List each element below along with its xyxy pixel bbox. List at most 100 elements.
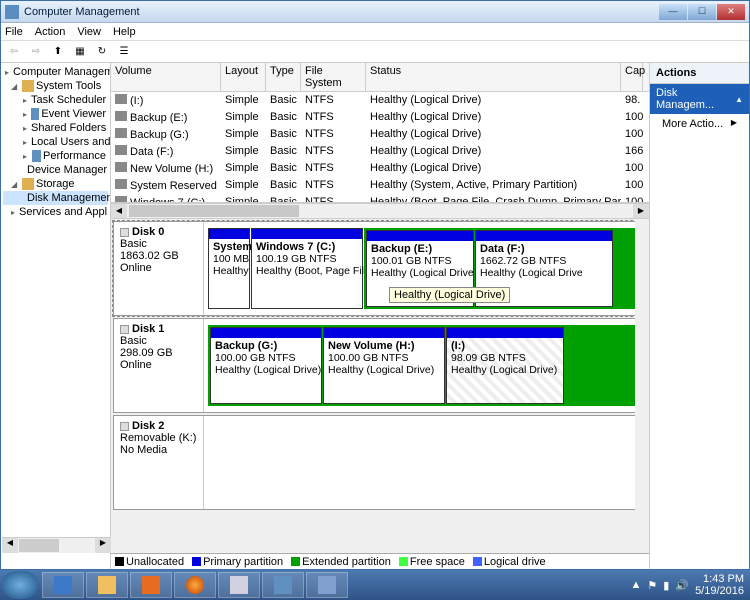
menu-action[interactable]: Action <box>35 26 66 38</box>
col-type[interactable]: Type <box>266 63 301 91</box>
taskbar[interactable]: ▲ ⚑ ▮ 🔊 1:43 PM 5/19/2016 <box>0 570 750 600</box>
disk-layout[interactable]: Disk 0 Basic1863.02 GBOnline System100 M… <box>111 219 649 553</box>
scroll-thumb[interactable] <box>129 205 299 217</box>
scroll-left-icon[interactable]: ◀ <box>2 538 18 553</box>
tree-disk-management[interactable]: Disk Management <box>3 191 108 205</box>
tray-up-icon[interactable]: ▲ <box>631 579 642 591</box>
media-icon <box>142 576 160 594</box>
scroll-right-icon[interactable]: ▶ <box>95 538 111 553</box>
tree-system-tools[interactable]: ◢System Tools <box>3 79 108 93</box>
partition-stripe <box>211 328 321 338</box>
col-status[interactable]: Status <box>366 63 621 91</box>
extended-partition[interactable]: Backup (G:)100.00 GB NTFSHealthy (Logica… <box>208 325 642 406</box>
drive-icon <box>115 94 127 104</box>
task-app3[interactable] <box>306 572 348 598</box>
col-capacity[interactable]: Cap <box>621 63 643 91</box>
tree-root[interactable]: ▸Computer Managem <box>3 65 108 79</box>
navigation-tree[interactable]: ▸Computer Managem ◢System Tools ▸Task Sc… <box>1 63 111 569</box>
storage-icon <box>22 178 34 190</box>
partitions <box>204 416 646 509</box>
network-icon[interactable]: ▮ <box>663 579 669 592</box>
drive-icon <box>115 128 127 138</box>
tree-event-viewer[interactable]: ▸Event Viewer <box>3 107 108 121</box>
maximize-button[interactable]: ☐ <box>688 4 716 20</box>
forward-button[interactable]: ⇨ <box>27 43 45 61</box>
task-ie[interactable] <box>42 572 84 598</box>
volume-header[interactable]: Volume Layout Type File System Status Ca… <box>111 63 649 92</box>
list-icon[interactable]: ☰ <box>115 43 133 61</box>
collapse-icon[interactable]: ▲ <box>735 95 743 104</box>
tree-hscroll[interactable]: ◀ ▶ <box>2 537 111 553</box>
drive-icon <box>115 111 127 121</box>
perf-icon <box>32 150 41 162</box>
disk-info: Disk 0 Basic1863.02 GBOnline <box>114 222 204 315</box>
minimize-button[interactable]: — <box>659 4 687 20</box>
menubar: File Action View Help <box>1 23 749 41</box>
partition-stripe <box>324 328 444 338</box>
task-firefox[interactable] <box>174 572 216 598</box>
col-filesystem[interactable]: File System <box>301 63 366 91</box>
tree-device-manager[interactable]: Device Manager <box>3 163 108 177</box>
close-button[interactable]: ✕ <box>717 4 745 20</box>
legend-item: Free space <box>399 556 465 568</box>
menu-view[interactable]: View <box>77 26 101 38</box>
volume-row[interactable]: Backup (G:)SimpleBasicNTFSHealthy (Logic… <box>111 126 649 143</box>
partition[interactable]: (I:)98.09 GB NTFSHealthy (Logical Drive) <box>446 327 564 404</box>
legend-swatch <box>399 557 408 566</box>
partition-stripe <box>209 229 249 239</box>
volume-row[interactable]: (I:)SimpleBasicNTFSHealthy (Logical Driv… <box>111 92 649 109</box>
partition[interactable]: Windows 7 (C:)100.19 GB NTFSHealthy (Boo… <box>251 228 363 309</box>
partition[interactable]: New Volume (H:)100.00 GB NTFSHealthy (Lo… <box>323 327 445 404</box>
task-app1[interactable] <box>218 572 260 598</box>
drive-icon <box>115 196 127 203</box>
more-actions[interactable]: More Actio...▶ <box>650 114 749 134</box>
disk-row[interactable]: Disk 0 Basic1863.02 GBOnline System100 M… <box>113 221 647 316</box>
scroll-right-icon[interactable]: ▶ <box>633 204 649 218</box>
flag-icon[interactable]: ⚑ <box>647 579 657 592</box>
volume-icon[interactable]: 🔊 <box>675 579 689 592</box>
volume-row[interactable]: Data (F:)SimpleBasicNTFSHealthy (Logical… <box>111 143 649 160</box>
ie-icon <box>54 576 72 594</box>
up-icon[interactable]: ⬆ <box>49 43 67 61</box>
titlebar[interactable]: Computer Management — ☐ ✕ <box>1 1 749 23</box>
toolbar: ⇦ ⇨ ⬆ ▦ ↻ ☰ <box>1 41 749 63</box>
legend-swatch <box>192 557 201 566</box>
properties-icon[interactable]: ▦ <box>71 43 89 61</box>
partition[interactable]: Backup (G:)100.00 GB NTFSHealthy (Logica… <box>210 327 322 404</box>
task-app2[interactable] <box>262 572 304 598</box>
volume-row[interactable]: New Volume (H:)SimpleBasicNTFSHealthy (L… <box>111 160 649 177</box>
clock[interactable]: 1:43 PM 5/19/2016 <box>695 573 748 597</box>
task-explorer[interactable] <box>86 572 128 598</box>
actions-section[interactable]: Disk Managem...▲ <box>650 84 749 114</box>
menu-file[interactable]: File <box>5 26 23 38</box>
partition-tooltip: Healthy (Logical Drive) <box>389 287 510 303</box>
refresh-icon[interactable]: ↻ <box>93 43 111 61</box>
tree-performance[interactable]: ▸Performance <box>3 149 108 163</box>
volume-list[interactable]: Volume Layout Type File System Status Ca… <box>111 63 649 203</box>
diskmap-vscroll[interactable] <box>635 219 649 553</box>
volume-row[interactable]: Windows 7 (C:)SimpleBasicNTFSHealthy (Bo… <box>111 194 649 203</box>
tree-task-scheduler[interactable]: ▸Task Scheduler <box>3 93 108 107</box>
disk-row[interactable]: Disk 1 Basic298.09 GBOnline Backup (G:)1… <box>113 318 647 413</box>
tree-services[interactable]: ▸Services and Appl <box>3 205 108 219</box>
volume-row[interactable]: Backup (E:)SimpleBasicNTFSHealthy (Logic… <box>111 109 649 126</box>
tree-shared-folders[interactable]: ▸Shared Folders <box>3 121 108 135</box>
scroll-thumb[interactable] <box>19 539 59 552</box>
volume-hscroll[interactable]: ◀ ▶ <box>111 203 649 219</box>
center-pane: Volume Layout Type File System Status Ca… <box>111 63 649 569</box>
legend-item: Unallocated <box>115 556 184 568</box>
tree-storage[interactable]: ◢Storage <box>3 177 108 191</box>
partition-stripe <box>252 229 362 239</box>
menu-help[interactable]: Help <box>113 26 136 38</box>
col-layout[interactable]: Layout <box>221 63 266 91</box>
partition[interactable]: System100 MBHealthy <box>208 228 250 309</box>
back-button[interactable]: ⇦ <box>5 43 23 61</box>
volume-row[interactable]: System ReservedSimpleBasicNTFSHealthy (S… <box>111 177 649 194</box>
task-media[interactable] <box>130 572 172 598</box>
scroll-left-icon[interactable]: ◀ <box>111 204 127 218</box>
col-volume[interactable]: Volume <box>111 63 221 91</box>
disk-row[interactable]: Disk 2 Removable (K:)No Media <box>113 415 647 510</box>
tree-local-users[interactable]: ▸Local Users and <box>3 135 108 149</box>
start-button[interactable] <box>2 571 38 599</box>
system-tray[interactable]: ▲ ⚑ ▮ 🔊 1:43 PM 5/19/2016 <box>631 573 748 597</box>
